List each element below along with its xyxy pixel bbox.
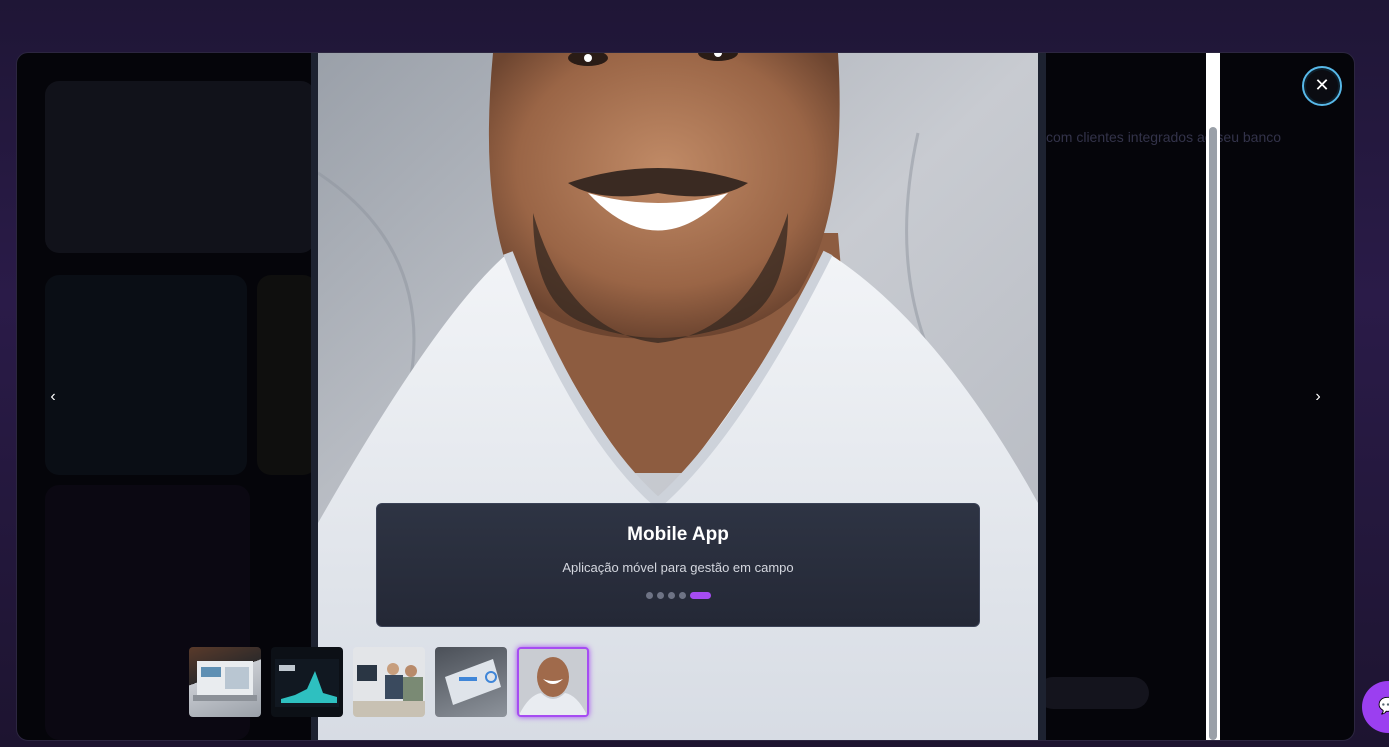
thumbnail-strip <box>189 647 589 717</box>
slide-description: Aplicação móvel para gestão em campo <box>562 560 794 575</box>
thumbnail-active[interactable] <box>517 647 589 717</box>
chat-button[interactable]: 💬 <box>1362 681 1389 733</box>
thumbnail[interactable] <box>353 647 425 717</box>
background-button <box>1037 677 1149 709</box>
thumbnail[interactable] <box>189 647 261 717</box>
background-card <box>257 275 317 475</box>
viewer-edge <box>1038 53 1046 740</box>
gallery-modal: com clientes integrados ao seu banco Mob… <box>16 52 1355 741</box>
slide-caption: Mobile App Aplicação móvel para gestão e… <box>376 503 980 627</box>
scrollbar-thumb[interactable] <box>1209 127 1217 740</box>
slide-indicator[interactable] <box>656 592 664 599</box>
chevron-left-icon[interactable]: ‹ <box>43 387 63 407</box>
close-button[interactable]: ✕ <box>1302 66 1342 106</box>
slide-image <box>318 53 1038 740</box>
close-icon: ✕ <box>1314 75 1330 95</box>
chevron-right-icon[interactable]: › <box>1308 387 1328 407</box>
thumbnail[interactable] <box>435 647 507 717</box>
slide-indicator[interactable] <box>667 592 675 599</box>
slide-indicator[interactable] <box>678 592 686 599</box>
background-card <box>45 275 247 475</box>
slide-indicators <box>377 592 979 599</box>
thumbnail[interactable] <box>271 647 343 717</box>
chat-icon: 💬 <box>1378 698 1389 715</box>
slide-indicator-active[interactable] <box>689 592 711 599</box>
slide-title: Mobile App <box>627 524 729 545</box>
background-card <box>45 81 315 253</box>
background-text: com clientes integrados ao seu banco <box>1046 129 1282 145</box>
slide-indicator[interactable] <box>645 592 653 599</box>
